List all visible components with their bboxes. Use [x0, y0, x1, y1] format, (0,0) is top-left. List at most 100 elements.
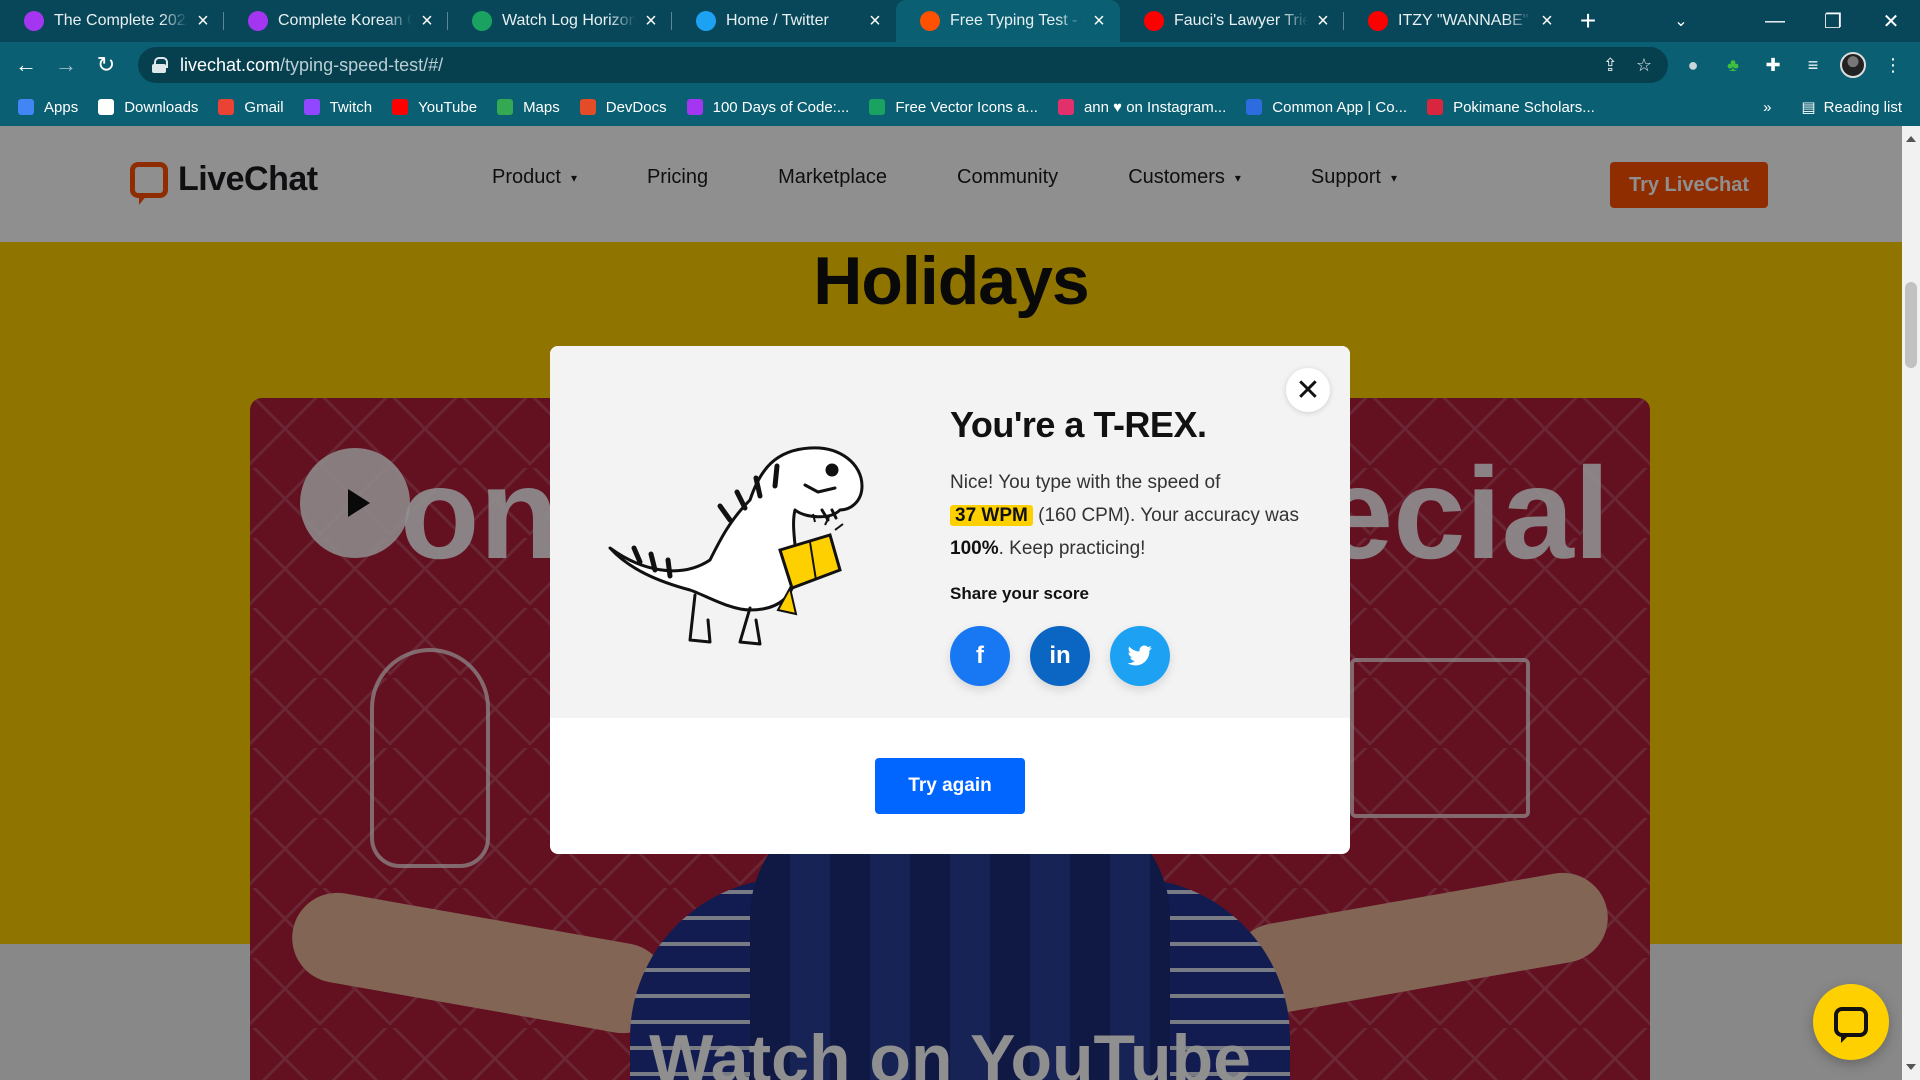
- scroll-down-icon[interactable]: [1906, 1064, 1916, 1070]
- twitter-share-button[interactable]: [1110, 626, 1170, 686]
- url-host: livechat.com: [180, 54, 281, 75]
- more-bookmarks-icon[interactable]: »: [1763, 99, 1771, 116]
- bookmark-label: Pokimane Scholars...: [1453, 98, 1595, 116]
- bookmarks-bar-right: » ▤ Reading list: [1763, 88, 1902, 126]
- browser-tab[interactable]: Complete Korean Cou ×: [224, 0, 448, 42]
- bookmark-label: Gmail: [244, 98, 284, 116]
- tab-close-icon[interactable]: ×: [194, 11, 212, 31]
- address-bar[interactable]: livechat.com/typing-speed-test/#/ ⇪ ☆: [138, 47, 1668, 83]
- facebook-icon: f: [976, 642, 984, 669]
- reading-list-label: Reading list: [1823, 98, 1902, 116]
- tab-title: Complete Korean Cou: [278, 12, 412, 29]
- url-text[interactable]: livechat.com/typing-speed-test/#/: [180, 55, 443, 76]
- close-icon[interactable]: ✕: [1286, 368, 1330, 412]
- try-again-button[interactable]: Try again: [875, 758, 1025, 814]
- bookmark-item[interactable]: YouTube: [392, 99, 477, 116]
- vector-icon: [869, 99, 886, 115]
- maps-pin-icon: [497, 99, 514, 115]
- bookmark-label: 100 Days of Code:...: [712, 98, 850, 116]
- extension-mouse-icon[interactable]: ●: [1680, 55, 1706, 76]
- scrollbar-thumb[interactable]: [1905, 282, 1917, 368]
- tv-icon: [472, 11, 492, 31]
- tab-close-icon[interactable]: ×: [1090, 11, 1108, 31]
- lock-icon[interactable]: [152, 57, 168, 73]
- bookmark-item[interactable]: Maps: [497, 99, 560, 116]
- accuracy-value: 100%: [950, 538, 999, 559]
- bookmark-label: Apps: [44, 98, 79, 116]
- youtube-icon: [392, 99, 409, 115]
- reload-icon[interactable]: ↻: [86, 45, 126, 85]
- close-window-button[interactable]: ✕: [1862, 9, 1920, 34]
- bookmark-item[interactable]: Apps: [18, 99, 78, 116]
- browser-tab[interactable]: Watch Log Horizon 2n ×: [448, 0, 672, 42]
- livechat-icon: [920, 11, 940, 31]
- window-controls: ⌄ — ❐ ✕: [1656, 0, 1920, 42]
- result-desc-prefix: Nice! You type with the speed of: [950, 472, 1221, 493]
- bookmark-item[interactable]: ann ♥ on Instagram...: [1057, 99, 1226, 116]
- bookmark-item[interactable]: Pokimane Scholars...: [1427, 99, 1595, 116]
- tab-close-icon[interactable]: ×: [418, 11, 436, 31]
- bookmark-star-icon[interactable]: ☆: [1636, 55, 1652, 76]
- browser-tab[interactable]: ITZY "WANNABE" Perf ×: [1344, 0, 1568, 42]
- t-rex-illustration: [608, 446, 864, 646]
- forward-icon[interactable]: →: [46, 45, 86, 85]
- tab-close-icon[interactable]: ×: [866, 11, 884, 31]
- chat-widget-button[interactable]: [1813, 984, 1889, 1060]
- commonapp-icon: [1246, 99, 1263, 115]
- scroll-up-icon[interactable]: [1906, 136, 1916, 142]
- browser-toolbar: ← → ↻ livechat.com/typing-speed-test/#/ …: [0, 42, 1920, 88]
- tab-close-icon[interactable]: ×: [642, 11, 660, 31]
- bookmark-item[interactable]: DevDocs: [579, 98, 667, 116]
- bookmark-item[interactable]: 100 Days of Code:...: [686, 98, 850, 116]
- facebook-share-button[interactable]: f: [950, 626, 1010, 686]
- pokimane-icon: [1427, 99, 1444, 115]
- bookmark-item[interactable]: Gmail: [218, 98, 284, 116]
- linkedin-share-button[interactable]: in: [1030, 626, 1090, 686]
- reading-list-icon: ▤: [1801, 99, 1816, 116]
- tab-title: The Complete 2022 W: [54, 12, 188, 29]
- menu-kebab-icon[interactable]: ⋮: [1880, 55, 1906, 76]
- twitch-icon: [303, 99, 320, 115]
- udemy-icon: [686, 99, 703, 115]
- browser-tab[interactable]: Home / Twitter ×: [672, 0, 896, 42]
- linkedin-icon: in: [1049, 642, 1071, 669]
- gmail-icon: [218, 99, 235, 115]
- bookmark-item[interactable]: Downloads: [98, 99, 198, 116]
- new-tab-button[interactable]: +: [1568, 0, 1608, 42]
- tab-title: Free Typing Test - Che: [950, 12, 1084, 29]
- chat-bubble-icon: [1834, 1007, 1868, 1043]
- profile-avatar[interactable]: [1840, 52, 1866, 78]
- bookmark-item[interactable]: Common App | Co...: [1246, 99, 1407, 116]
- share-label: Share your score: [950, 584, 1089, 603]
- youtube-icon: [1144, 11, 1164, 31]
- extension-tree-icon[interactable]: ♣: [1720, 55, 1746, 76]
- bookmark-item[interactable]: Twitch: [303, 98, 373, 116]
- udemy-icon: [248, 11, 268, 31]
- browser-tab-strip: The Complete 2022 W × Complete Korean Cou ×…: [0, 0, 1920, 42]
- bookmark-label: DevDocs: [605, 98, 667, 116]
- back-icon[interactable]: ←: [6, 45, 46, 85]
- apps-grid-icon: [18, 99, 34, 115]
- bookmark-label: Twitch: [329, 98, 373, 116]
- bookmark-item[interactable]: Free Vector Icons a...: [869, 99, 1038, 116]
- share-page-icon[interactable]: ⇪: [1603, 55, 1618, 76]
- instagram-icon: [1057, 99, 1074, 115]
- download-icon: [98, 99, 115, 115]
- browser-tab[interactable]: Fauci's Lawyer Tries to ×: [1120, 0, 1344, 42]
- tab-close-icon[interactable]: ×: [1538, 11, 1556, 31]
- result-title: You're a T-REX.: [950, 404, 1207, 445]
- bookmark-label: YouTube: [418, 98, 478, 116]
- browser-tab[interactable]: Free Typing Test - Che ×: [896, 0, 1120, 42]
- maximize-button[interactable]: ❐: [1804, 9, 1862, 34]
- extensions-area: ● ♣ ✚ ≡ ⋮: [1680, 42, 1920, 88]
- tab-close-icon[interactable]: ×: [1314, 11, 1332, 31]
- extensions-puzzle-icon[interactable]: ✚: [1760, 55, 1786, 76]
- page-scrollbar[interactable]: [1902, 126, 1920, 1080]
- bookmark-label: Common App | Co...: [1272, 98, 1408, 116]
- reading-list-button[interactable]: ▤ Reading list: [1801, 98, 1902, 117]
- tab-title: Fauci's Lawyer Tries to: [1174, 12, 1308, 29]
- minimize-button[interactable]: —: [1746, 10, 1804, 33]
- media-control-icon[interactable]: ≡: [1800, 55, 1826, 76]
- tab-search-icon[interactable]: ⌄: [1656, 11, 1706, 31]
- browser-tab[interactable]: The Complete 2022 W ×: [0, 0, 224, 42]
